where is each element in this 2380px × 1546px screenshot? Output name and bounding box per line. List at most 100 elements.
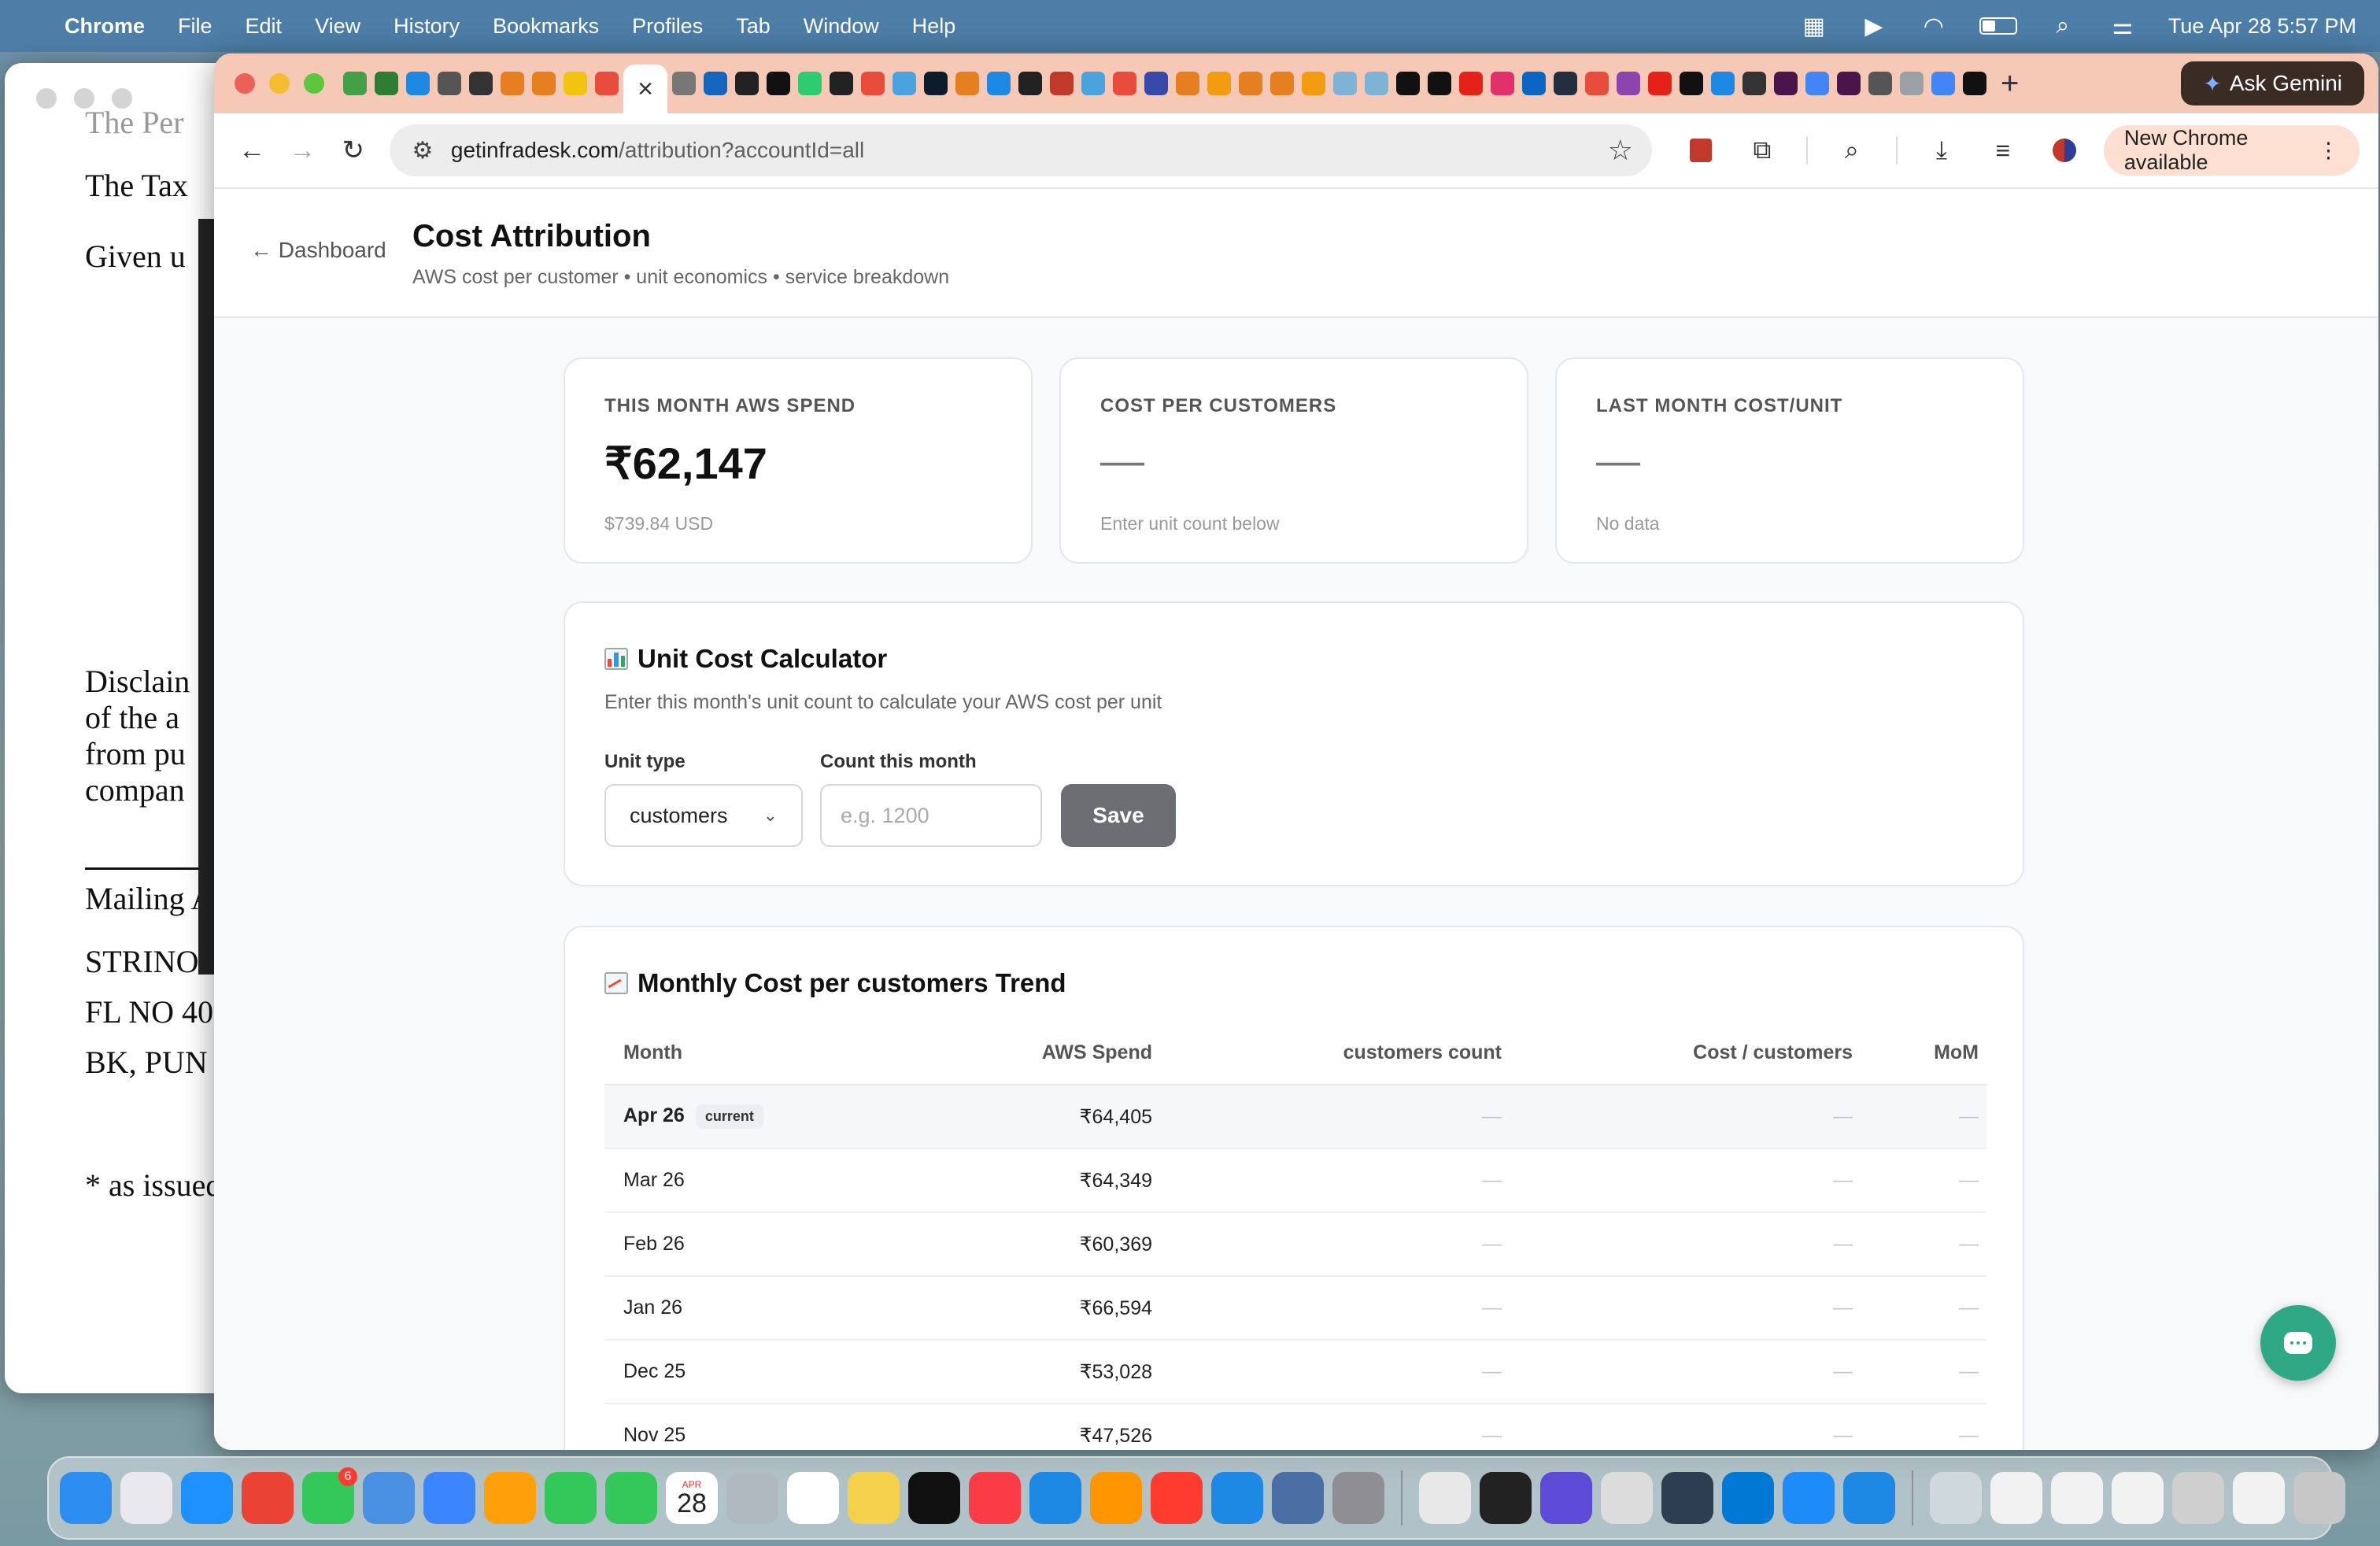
tab-favicon-icon[interactable] bbox=[1837, 72, 1861, 95]
dock-app-icon[interactable] bbox=[1272, 1472, 1324, 1524]
dock-app-icon[interactable] bbox=[1151, 1472, 1203, 1524]
tab-favicon-icon[interactable] bbox=[1428, 72, 1451, 95]
tab-favicon-icon[interactable] bbox=[1963, 72, 1986, 95]
play-icon[interactable]: ▶ bbox=[1860, 13, 1888, 39]
tab-favicon-icon[interactable] bbox=[1491, 72, 1514, 95]
tab-favicon-icon[interactable] bbox=[735, 72, 759, 95]
extension-icon[interactable] bbox=[1683, 133, 1718, 168]
control-center-icon[interactable]: ⚌ bbox=[2108, 13, 2137, 39]
dock-app-icon[interactable] bbox=[60, 1472, 112, 1524]
tab-favicon-icon[interactable] bbox=[532, 72, 556, 95]
tab-favicon-icon[interactable] bbox=[893, 72, 916, 95]
dock-app-icon[interactable] bbox=[242, 1472, 294, 1524]
media-queue-icon[interactable]: ≡ bbox=[1986, 133, 2020, 168]
more-menu-icon[interactable]: ⋮ bbox=[2318, 139, 2339, 163]
menubar-datetime[interactable]: Tue Apr 28 5:57 PM bbox=[2168, 14, 2356, 39]
tab-favicon-icon[interactable] bbox=[861, 72, 885, 95]
dock-app-icon[interactable] bbox=[969, 1472, 1021, 1524]
dock-app-icon[interactable] bbox=[1661, 1472, 1713, 1524]
tab-favicon-icon[interactable] bbox=[1648, 72, 1672, 95]
dock-app-icon[interactable] bbox=[2233, 1472, 2285, 1524]
dock-app-icon[interactable] bbox=[787, 1472, 839, 1524]
tab-favicon-icon[interactable] bbox=[1302, 72, 1325, 95]
close-window-button[interactable] bbox=[235, 73, 255, 94]
tab-favicon-icon[interactable] bbox=[1081, 72, 1105, 95]
tab-search-icon[interactable]: ⌕ bbox=[1835, 133, 1869, 168]
dock-app-icon[interactable] bbox=[1419, 1472, 1471, 1524]
menu-file[interactable]: File bbox=[178, 14, 213, 39]
tab-favicon-icon[interactable] bbox=[406, 72, 430, 95]
wifi-icon[interactable]: ◠ bbox=[1920, 13, 1948, 39]
url-text[interactable]: getinfradesk.com/attribution?accountId=a… bbox=[451, 138, 1608, 163]
tab-favicon-icon[interactable] bbox=[1805, 72, 1829, 95]
menu-profiles[interactable]: Profiles bbox=[632, 14, 703, 39]
background-document-window[interactable]: The Per The Tax Given u Disclain of the … bbox=[5, 63, 241, 1393]
tab-favicon-icon[interactable] bbox=[564, 72, 587, 95]
window-grid-icon[interactable]: ▦ bbox=[1800, 13, 1828, 39]
minimize-window-button[interactable] bbox=[269, 73, 290, 94]
dock-app-icon[interactable] bbox=[1029, 1472, 1081, 1524]
tab-favicon-icon[interactable] bbox=[704, 72, 727, 95]
tab-favicon-icon[interactable] bbox=[1900, 72, 1924, 95]
tab-favicon-icon[interactable] bbox=[1522, 72, 1546, 95]
dock-app-icon[interactable] bbox=[1722, 1472, 1774, 1524]
tab-favicon-icon[interactable] bbox=[1270, 72, 1294, 95]
tab-favicon-icon[interactable] bbox=[1868, 72, 1892, 95]
new-tab-button[interactable]: + bbox=[2001, 66, 2019, 102]
chat-support-button[interactable] bbox=[2260, 1305, 2336, 1381]
tab-favicon-icon[interactable] bbox=[955, 72, 979, 95]
extensions-puzzle-icon[interactable]: ⧉ bbox=[1745, 133, 1779, 168]
save-button[interactable]: Save bbox=[1061, 784, 1176, 847]
tab-favicon-icon[interactable] bbox=[1680, 72, 1703, 95]
dock-app-icon[interactable] bbox=[1783, 1472, 1835, 1524]
dock-app-icon[interactable] bbox=[545, 1472, 597, 1524]
dock-app-icon[interactable] bbox=[484, 1472, 536, 1524]
dock-app-icon[interactable] bbox=[1990, 1472, 2042, 1524]
tab-favicon-icon[interactable] bbox=[1743, 72, 1766, 95]
dock-app-icon[interactable] bbox=[2172, 1472, 2224, 1524]
dock-app-icon[interactable] bbox=[1601, 1472, 1653, 1524]
zoom-window-button[interactable] bbox=[304, 73, 324, 94]
tab-favicon-icon[interactable] bbox=[1144, 72, 1168, 95]
tab-favicon-icon[interactable] bbox=[1113, 72, 1136, 95]
dock-app-icon[interactable] bbox=[1843, 1472, 1895, 1524]
tab-favicon-icon[interactable] bbox=[987, 72, 1011, 95]
dock-app-icon[interactable] bbox=[848, 1472, 900, 1524]
site-info-icon[interactable]: ⚙ bbox=[408, 136, 437, 165]
menu-history[interactable]: History bbox=[394, 14, 460, 39]
reload-icon[interactable]: ↻ bbox=[334, 128, 372, 172]
close-tab-icon[interactable]: × bbox=[638, 74, 653, 105]
tab-favicon-icon[interactable] bbox=[830, 72, 853, 95]
tab-favicon-icon[interactable] bbox=[1365, 72, 1388, 95]
dock-app-icon[interactable] bbox=[1540, 1472, 1592, 1524]
tab-favicon-icon[interactable] bbox=[1585, 72, 1609, 95]
tab-favicon-icon[interactable] bbox=[1018, 72, 1042, 95]
tab-favicon-icon[interactable] bbox=[1459, 72, 1483, 95]
tab-favicon-icon[interactable] bbox=[672, 72, 696, 95]
dock-app-icon[interactable] bbox=[1930, 1472, 1982, 1524]
dock-app-icon[interactable] bbox=[1211, 1472, 1263, 1524]
tab-favicon-icon[interactable] bbox=[438, 72, 461, 95]
dock-app-icon[interactable] bbox=[181, 1472, 233, 1524]
new-chrome-available-button[interactable]: New Chrome available ⋮ bbox=[2103, 125, 2360, 176]
tab-favicon-icon[interactable] bbox=[1396, 72, 1420, 95]
menu-app-name[interactable]: Chrome bbox=[65, 14, 145, 39]
dock-app-icon[interactable] bbox=[2112, 1472, 2164, 1524]
tab-favicon-icon[interactable] bbox=[1333, 72, 1357, 95]
dock-app-icon[interactable] bbox=[1332, 1472, 1384, 1524]
back-arrow-icon[interactable]: ← bbox=[233, 128, 271, 172]
dock-app-icon[interactable] bbox=[423, 1472, 475, 1524]
active-tab[interactable]: × bbox=[623, 65, 667, 113]
dock-app-icon[interactable] bbox=[2051, 1472, 2103, 1524]
tab-favicon-icon[interactable] bbox=[798, 72, 822, 95]
menu-bookmarks[interactable]: Bookmarks bbox=[493, 14, 599, 39]
tab-favicon-icon[interactable] bbox=[1774, 72, 1798, 95]
dock-app-icon[interactable] bbox=[2293, 1472, 2345, 1524]
unit-type-select[interactable]: customers ⌄ bbox=[604, 784, 803, 847]
search-icon[interactable]: ⌕ bbox=[2049, 13, 2077, 39]
dock-app-icon[interactable] bbox=[1090, 1472, 1142, 1524]
dock-app-icon[interactable] bbox=[726, 1472, 778, 1524]
tab-favicon-icon[interactable] bbox=[1176, 72, 1199, 95]
tab-favicon-icon[interactable] bbox=[375, 72, 398, 95]
dock-app-icon[interactable] bbox=[605, 1472, 657, 1524]
